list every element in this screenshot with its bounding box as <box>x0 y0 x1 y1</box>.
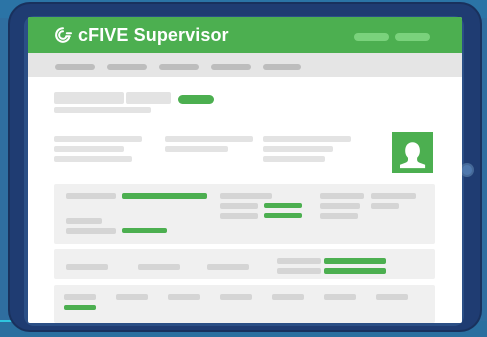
list-header-placeholder <box>64 294 96 300</box>
summary-line <box>165 146 228 152</box>
brand: cFIVE Supervisor <box>54 25 229 45</box>
details-label <box>220 193 272 199</box>
cfive-logo-icon <box>54 26 72 44</box>
details-label <box>220 213 258 219</box>
subnav-item[interactable] <box>159 64 199 70</box>
list-row-value <box>64 305 96 310</box>
details-label <box>371 193 416 199</box>
details-value <box>122 193 207 199</box>
list-header-placeholder <box>220 294 252 300</box>
summary-line <box>54 136 142 142</box>
app-header: cFIVE Supervisor <box>28 17 462 53</box>
primary-action-button[interactable] <box>178 95 214 104</box>
summary-value <box>324 268 386 274</box>
brand-title: cFIVE Supervisor <box>78 24 229 45</box>
subnav-item[interactable] <box>107 64 147 70</box>
list-header-placeholder <box>376 294 408 300</box>
summary-line <box>165 136 253 142</box>
summary-label <box>66 264 108 270</box>
header-action-pill[interactable] <box>395 33 430 41</box>
details-label <box>220 203 258 209</box>
subnav-item[interactable] <box>263 64 301 70</box>
summary-value <box>324 258 386 264</box>
details-label <box>66 193 116 199</box>
summary-line <box>263 146 333 152</box>
page-meta-placeholder <box>54 107 151 113</box>
details-label <box>66 228 116 234</box>
details-label <box>320 203 360 209</box>
list-header-placeholder <box>272 294 304 300</box>
scene: cFIVE Supervisor <box>0 0 487 337</box>
page-title-placeholder <box>54 92 124 104</box>
subnav-item[interactable] <box>211 64 251 70</box>
summary-line <box>54 146 124 152</box>
subnav-item[interactable] <box>55 64 95 70</box>
summary-label <box>277 268 321 274</box>
summary-line <box>263 156 325 162</box>
list-header-placeholder <box>324 294 356 300</box>
subnav <box>28 53 462 77</box>
list-panel <box>54 285 435 323</box>
details-label <box>320 193 364 199</box>
list-header-placeholder <box>168 294 200 300</box>
summary-label <box>138 264 180 270</box>
summary-line <box>54 156 132 162</box>
details-label <box>320 213 358 219</box>
tablet-frame: cFIVE Supervisor <box>8 2 482 332</box>
details-value <box>122 228 167 233</box>
tablet-home-button-icon[interactable] <box>460 163 474 177</box>
page-subtitle-placeholder <box>126 92 171 104</box>
header-action-pill[interactable] <box>354 33 389 41</box>
user-avatar-icon[interactable] <box>392 132 433 173</box>
details-label <box>371 203 399 209</box>
tablet-screen: cFIVE Supervisor <box>28 17 462 323</box>
summary-line <box>263 136 351 142</box>
list-header-placeholder <box>116 294 148 300</box>
summary-label <box>277 258 321 264</box>
details-label <box>66 218 102 224</box>
details-value <box>264 213 302 218</box>
summary-label <box>207 264 249 270</box>
details-value <box>264 203 302 208</box>
